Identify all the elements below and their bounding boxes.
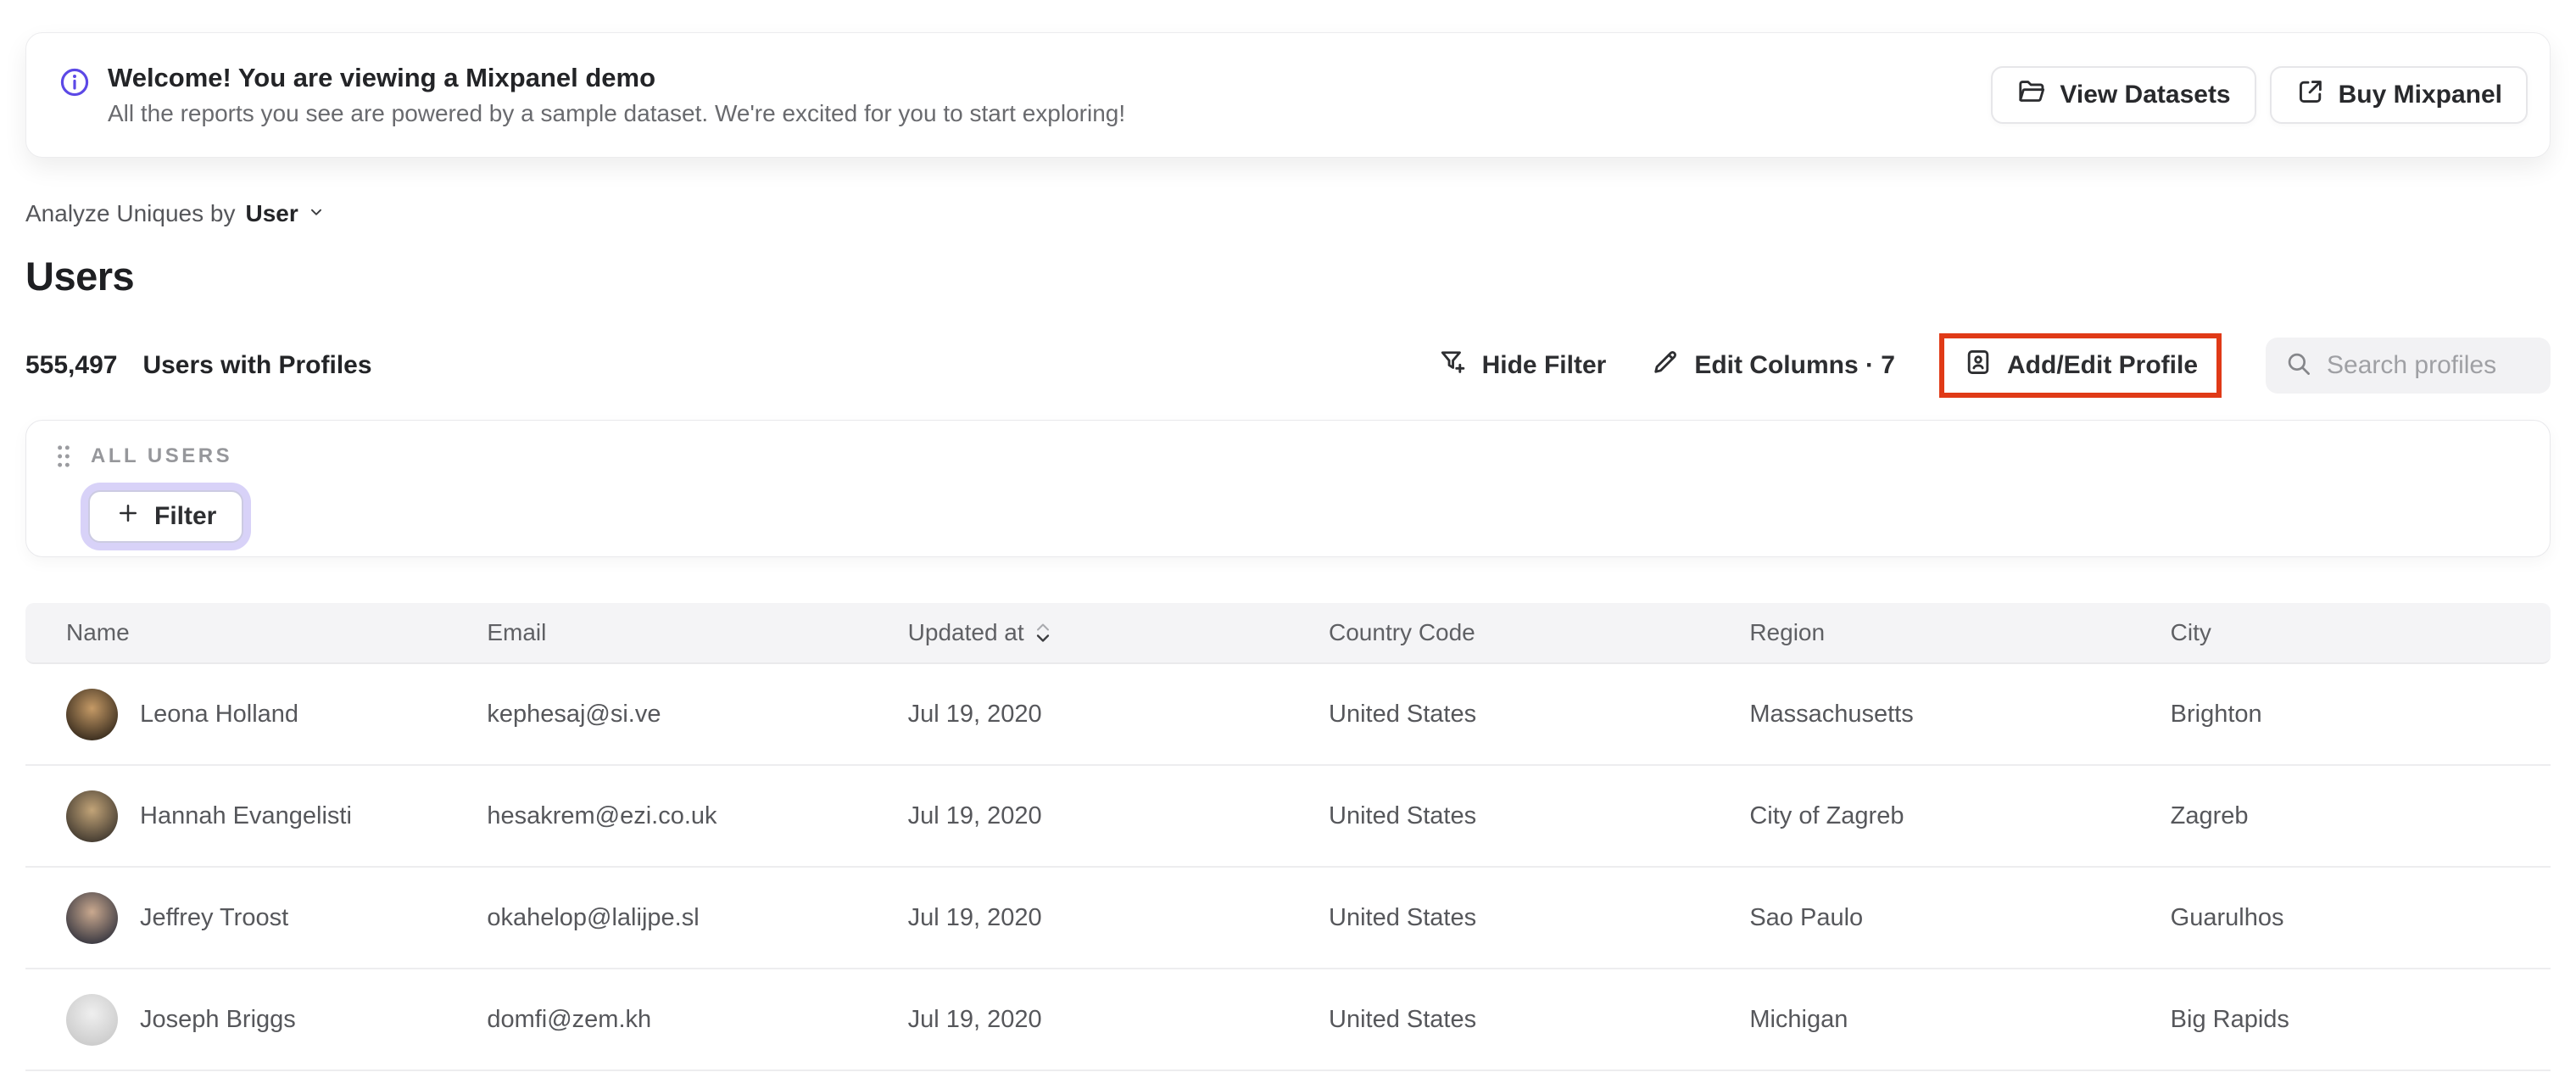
plus-icon [115, 500, 141, 533]
cell-name: Hannah Evangelisti [25, 790, 446, 842]
search-profiles-input[interactable] [2327, 351, 2532, 380]
analyze-by-value: User [245, 200, 298, 226]
view-datasets-label: View Datasets [2060, 81, 2231, 109]
cell-region: Michigan [1749, 1005, 1848, 1033]
banner-text-block: Welcome! You are viewing a Mixpanel demo… [59, 63, 1125, 128]
add-filter-label: Filter [154, 502, 217, 530]
cell-city: Guarulhos [2170, 903, 2284, 931]
profiles-count-label: Users with Profiles [142, 351, 372, 379]
cell-region: City of Zagreb [1749, 801, 1904, 829]
analyze-row: Analyze Uniques by User [25, 200, 2551, 227]
chevron-down-icon [307, 200, 326, 227]
users-table: Name Email Updated at Country Code Regio… [25, 603, 2551, 1071]
column-header-name[interactable]: Name [25, 619, 446, 646]
cell-updated-at: Jul 19, 2020 [907, 1005, 1042, 1033]
table-toolbar: Hide Filter Edit Columns · 7 Add/Edit Pr… [1438, 333, 2551, 398]
cell-updated-at: Jul 19, 2020 [907, 903, 1042, 931]
column-header-country-code[interactable]: Country Code [1288, 619, 1709, 646]
avatar [66, 891, 118, 944]
table-row[interactable]: Hannah Evangelisti hesakrem@ezi.co.uk Ju… [25, 766, 2551, 868]
column-header-updated-at[interactable]: Updated at [867, 619, 1288, 646]
hide-filter-label: Hide Filter [1481, 351, 1607, 379]
analyze-uniques-label: Analyze Uniques by [25, 200, 236, 226]
add-filter-button[interactable]: Filter [88, 490, 244, 543]
add-edit-profile-label: Add/Edit Profile [2007, 351, 2198, 379]
cell-country-code: United States [1329, 1005, 1477, 1033]
add-edit-profile-highlight: Add/Edit Profile [1939, 333, 2222, 398]
external-link-icon [2295, 76, 2326, 114]
avatar [66, 790, 118, 842]
table-row[interactable]: Jeffrey Troost okahelop@lalijpe.sl Jul 1… [25, 868, 2551, 969]
hide-filter-button[interactable]: Hide Filter [1438, 347, 1607, 384]
column-header-email[interactable]: Email [446, 619, 867, 646]
search-profiles-box [2266, 338, 2551, 394]
id-badge-icon [1963, 347, 1993, 384]
view-datasets-button[interactable]: View Datasets [1991, 66, 2256, 124]
welcome-banner: Welcome! You are viewing a Mixpanel demo… [25, 32, 2551, 158]
banner-title: Welcome! You are viewing a Mixpanel demo [108, 62, 656, 92]
users-page: Welcome! You are viewing a Mixpanel demo… [0, 0, 2576, 1071]
funnel-plus-icon [1438, 347, 1469, 384]
stats-toolbar-row: 555,497 Users with Profiles Hide Filter [25, 333, 2551, 398]
cell-updated-at: Jul 19, 2020 [907, 801, 1042, 829]
cell-country-code: United States [1329, 801, 1477, 829]
cell-city: Zagreb [2170, 801, 2249, 829]
edit-columns-label: Edit Columns · 7 [1694, 351, 1895, 379]
table-header: Name Email Updated at Country Code Regio… [25, 603, 2551, 664]
avatar [66, 688, 118, 740]
cell-city: Brighton [2170, 700, 2262, 728]
cell-email: okahelop@lalijpe.sl [487, 903, 700, 931]
cell-region: Sao Paulo [1749, 903, 1864, 931]
page-title: Users [25, 254, 135, 299]
banner-subtitle: All the reports you see are powered by a… [108, 100, 1126, 127]
cell-region: Massachusetts [1749, 700, 1914, 728]
table-row[interactable]: Leona Holland kephesaj@si.ve Jul 19, 202… [25, 664, 2551, 766]
cell-city: Big Rapids [2170, 1005, 2289, 1033]
folder-icon [2016, 76, 2047, 114]
cell-updated-at: Jul 19, 2020 [907, 700, 1042, 728]
pencil-icon [1650, 347, 1681, 384]
info-icon [59, 66, 91, 103]
drag-handle-icon[interactable] [53, 443, 74, 470]
analyze-by-dropdown[interactable]: User [245, 200, 325, 227]
banner-actions: View Datasets Buy Mixpanel [1991, 66, 2528, 124]
cell-country-code: United States [1329, 700, 1477, 728]
cell-email: hesakrem@ezi.co.uk [487, 801, 717, 829]
cell-email: domfi@zem.kh [487, 1005, 652, 1033]
cell-name: Leona Holland [25, 688, 446, 740]
edit-columns-button[interactable]: Edit Columns · 7 [1650, 347, 1895, 384]
buy-mixpanel-button[interactable]: Buy Mixpanel [2269, 66, 2528, 124]
table-row[interactable]: Joseph Briggs domfi@zem.kh Jul 19, 2020 … [25, 969, 2551, 1071]
profiles-count: 555,497 [25, 351, 118, 379]
search-icon [2284, 349, 2313, 383]
filter-card: ALL USERS Filter [25, 420, 2551, 557]
filter-group-label: ALL USERS [91, 444, 233, 467]
cell-name: Jeffrey Troost [25, 891, 446, 944]
buy-mixpanel-label: Buy Mixpanel [2338, 81, 2502, 109]
column-header-region[interactable]: Region [1709, 619, 2129, 646]
cell-email: kephesaj@si.ve [487, 700, 661, 728]
cell-country-code: United States [1329, 903, 1477, 931]
column-header-city[interactable]: City [2130, 619, 2551, 646]
add-edit-profile-button[interactable]: Add/Edit Profile [1963, 347, 2198, 384]
sort-icon [1034, 622, 1051, 644]
avatar [66, 993, 118, 1046]
cell-name: Joseph Briggs [25, 993, 446, 1046]
